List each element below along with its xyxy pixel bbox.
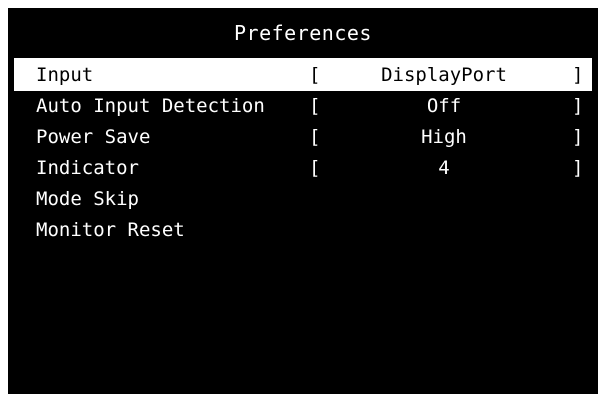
menu-item-indicator[interactable]: Indicator [ 4 ] — [14, 153, 592, 184]
menu-item-label: Mode Skip — [36, 188, 139, 210]
value-bracket-close: ] — [572, 64, 584, 86]
menu-item-value: Off — [426, 95, 462, 117]
menu-item-power-save[interactable]: Power Save [ High ] — [14, 122, 592, 153]
value-bracket-close: ] — [572, 157, 584, 179]
menu-item-label: Auto Input Detection — [36, 95, 265, 117]
menu-item-label: Input — [36, 64, 94, 86]
menu-item-label: Monitor Reset — [36, 219, 185, 241]
menu-item-input[interactable]: Input [ DisplayPort ] — [14, 60, 592, 91]
value-bracket-open: [ — [309, 157, 321, 179]
value-bracket-open: [ — [309, 64, 321, 86]
menu-item-monitor-reset[interactable]: Monitor Reset — [14, 215, 592, 246]
menu-title: Preferences — [234, 21, 372, 45]
value-bracket-open: [ — [309, 95, 321, 117]
menu-item-label: Indicator — [36, 157, 139, 179]
menu-item-auto-input-detection[interactable]: Auto Input Detection [ Off ] — [14, 91, 592, 122]
menu-item-value: 4 — [438, 157, 450, 179]
preferences-menu-list: Input [ DisplayPort ] Auto Input Detecti… — [14, 60, 592, 246]
menu-item-value: DisplayPort — [381, 64, 507, 86]
menu-item-label: Power Save — [36, 126, 151, 148]
value-bracket-close: ] — [572, 126, 584, 148]
menu-item-value: High — [421, 126, 467, 148]
value-bracket-open: [ — [309, 126, 321, 148]
menu-item-mode-skip[interactable]: Mode Skip — [14, 184, 592, 215]
value-bracket-close: ] — [572, 95, 584, 117]
osd-menu-panel: Preferences Input [ DisplayPort ] Auto I… — [8, 8, 598, 394]
